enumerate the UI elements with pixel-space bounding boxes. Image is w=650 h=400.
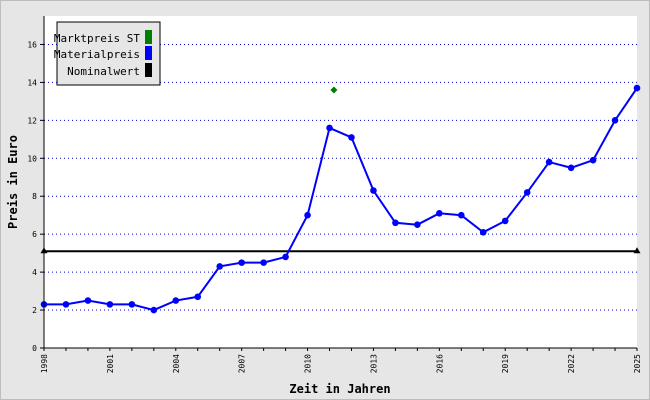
materialpreis-point — [106, 301, 114, 308]
legend-label-nominalwert: Nominalwert — [67, 65, 140, 78]
x-tick-label: 2010 — [304, 354, 313, 373]
y-tick-label: 8 — [32, 192, 37, 201]
materialpreis-point — [238, 259, 245, 266]
x-tick-label: 2001 — [106, 354, 115, 373]
y-tick-label: 16 — [27, 40, 37, 49]
x-tick-label: 2007 — [238, 354, 247, 373]
y-tick-label: 6 — [32, 230, 37, 239]
materialpreis-point — [84, 297, 92, 304]
legend-swatch-marktpreis — [145, 30, 152, 44]
x-tick-label: 2022 — [567, 354, 576, 373]
materialpreis-point — [304, 211, 311, 219]
materialpreis-point — [436, 210, 443, 217]
materialpreis-point — [567, 164, 575, 172]
x-tick-label: 1998 — [40, 354, 49, 373]
y-tick-label: 2 — [32, 306, 37, 315]
x-tick-label: 2004 — [172, 354, 181, 373]
materialpreis-point — [128, 301, 136, 308]
x-axis-title: Zeit in Jahren — [289, 382, 390, 396]
materialpreis-point — [589, 156, 597, 164]
materialpreis-point — [457, 211, 465, 219]
y-tick-label: 0 — [32, 344, 37, 353]
x-tick-label: 2019 — [501, 354, 510, 373]
materialpreis-point — [326, 124, 333, 132]
materialpreis-point — [523, 189, 531, 196]
materialpreis-point — [216, 263, 224, 270]
materialpreis-point — [62, 301, 70, 308]
materialpreis-point — [348, 134, 355, 141]
legend-label-marktpreis: Marktpreis ST — [54, 32, 140, 45]
materialpreis-point — [370, 187, 377, 194]
y-tick-label: 10 — [27, 154, 37, 163]
y-tick-label: 12 — [27, 116, 37, 125]
y-tick-label: 14 — [27, 78, 37, 87]
materialpreis-point — [501, 217, 509, 225]
materialpreis-point — [392, 219, 399, 227]
y-tick-label: 4 — [32, 268, 37, 277]
chart-frame: 0 2 4 6 8 10 12 14 16 1998 2001 2004 2007 2010 2013 20… — [0, 0, 650, 400]
materialpreis-point — [611, 117, 619, 124]
materialpreis-point — [633, 84, 641, 92]
y-axis-title: Preis in Euro — [6, 135, 20, 229]
materialpreis-point — [172, 297, 180, 304]
materialpreis-point — [260, 259, 267, 266]
materialpreis-point — [150, 306, 158, 314]
x-tick-label: 2013 — [369, 354, 378, 373]
materialpreis-point — [479, 228, 487, 236]
legend-swatch-nominalwert — [145, 63, 152, 77]
legend-swatch-materialpreis — [145, 46, 152, 60]
materialpreis-point — [194, 293, 202, 301]
legend: Marktpreis ST Materialpreis Nominalwert — [54, 21, 161, 86]
legend-label-materialpreis: Materialpreis — [54, 48, 140, 61]
materialpreis-point — [414, 221, 421, 228]
line-chart: 0 2 4 6 8 10 12 14 16 1998 2001 2004 2007 2010 2013 20… — [6, 16, 642, 396]
materialpreis-point — [282, 253, 289, 261]
x-tick-labels: 1998 2001 2004 2007 2010 2013 2016 2019 2022 2025 — [40, 348, 642, 373]
x-tick-label: 2025 — [633, 354, 642, 373]
materialpreis-point — [545, 158, 553, 166]
x-tick-label: 2016 — [435, 354, 444, 373]
